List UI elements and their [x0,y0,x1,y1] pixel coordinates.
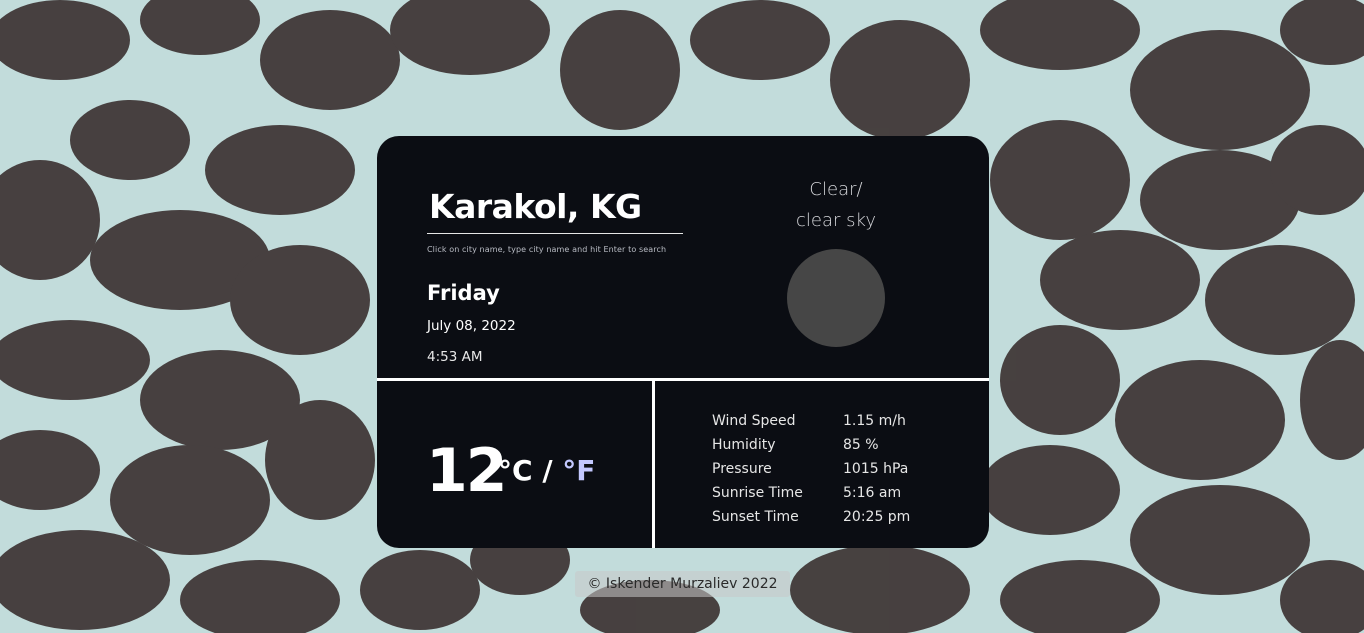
city-search-input[interactable] [427,180,683,234]
local-time: 4:53 AM [427,349,483,365]
detail-row-humidity: Humidity 85 % [712,433,910,457]
detail-value: 1015 hPa [843,461,909,477]
weekday: Friday [427,281,500,305]
weather-details: Wind Speed 1.15 m/h Humidity 85 % Pressu… [712,409,910,529]
condition-main: Clear/ [809,179,863,200]
detail-value: 85 % [843,437,879,453]
detail-value: 20:25 pm [843,509,911,525]
horizontal-divider [377,378,989,381]
condition-description: clear sky [796,210,876,231]
detail-label: Wind Speed [712,413,796,429]
detail-value: 5:16 am [843,485,902,501]
weather-condition: Clear/ clear sky [756,174,916,236]
weather-card: Click on city name, type city name and h… [377,136,989,548]
search-hint: Click on city name, type city name and h… [427,245,667,254]
detail-row-wind: Wind Speed 1.15 m/h [712,409,910,433]
detail-row-pressure: Pressure 1015 hPa [712,457,910,481]
temperature-value: 12 [426,436,507,506]
fahrenheit-toggle[interactable]: °F [562,454,595,487]
detail-row-sunrise: Sunrise Time 5:16 am [712,481,910,505]
celsius-toggle[interactable]: °C [498,454,533,487]
detail-label: Humidity [712,437,776,453]
detail-label: Sunset Time [712,509,799,525]
footer-copyright: © Iskender Murzaliev 2022 [575,571,790,597]
vertical-divider [652,381,655,548]
unit-toggle: °C / °F [498,454,595,487]
date: July 08, 2022 [427,318,516,334]
detail-row-sunset: Sunset Time 20:25 pm [712,505,910,529]
detail-value: 1.15 m/h [843,413,906,429]
unit-separator: / [542,454,553,487]
detail-label: Pressure [712,461,772,477]
detail-label: Sunrise Time [712,485,803,501]
weather-icon [787,249,885,347]
